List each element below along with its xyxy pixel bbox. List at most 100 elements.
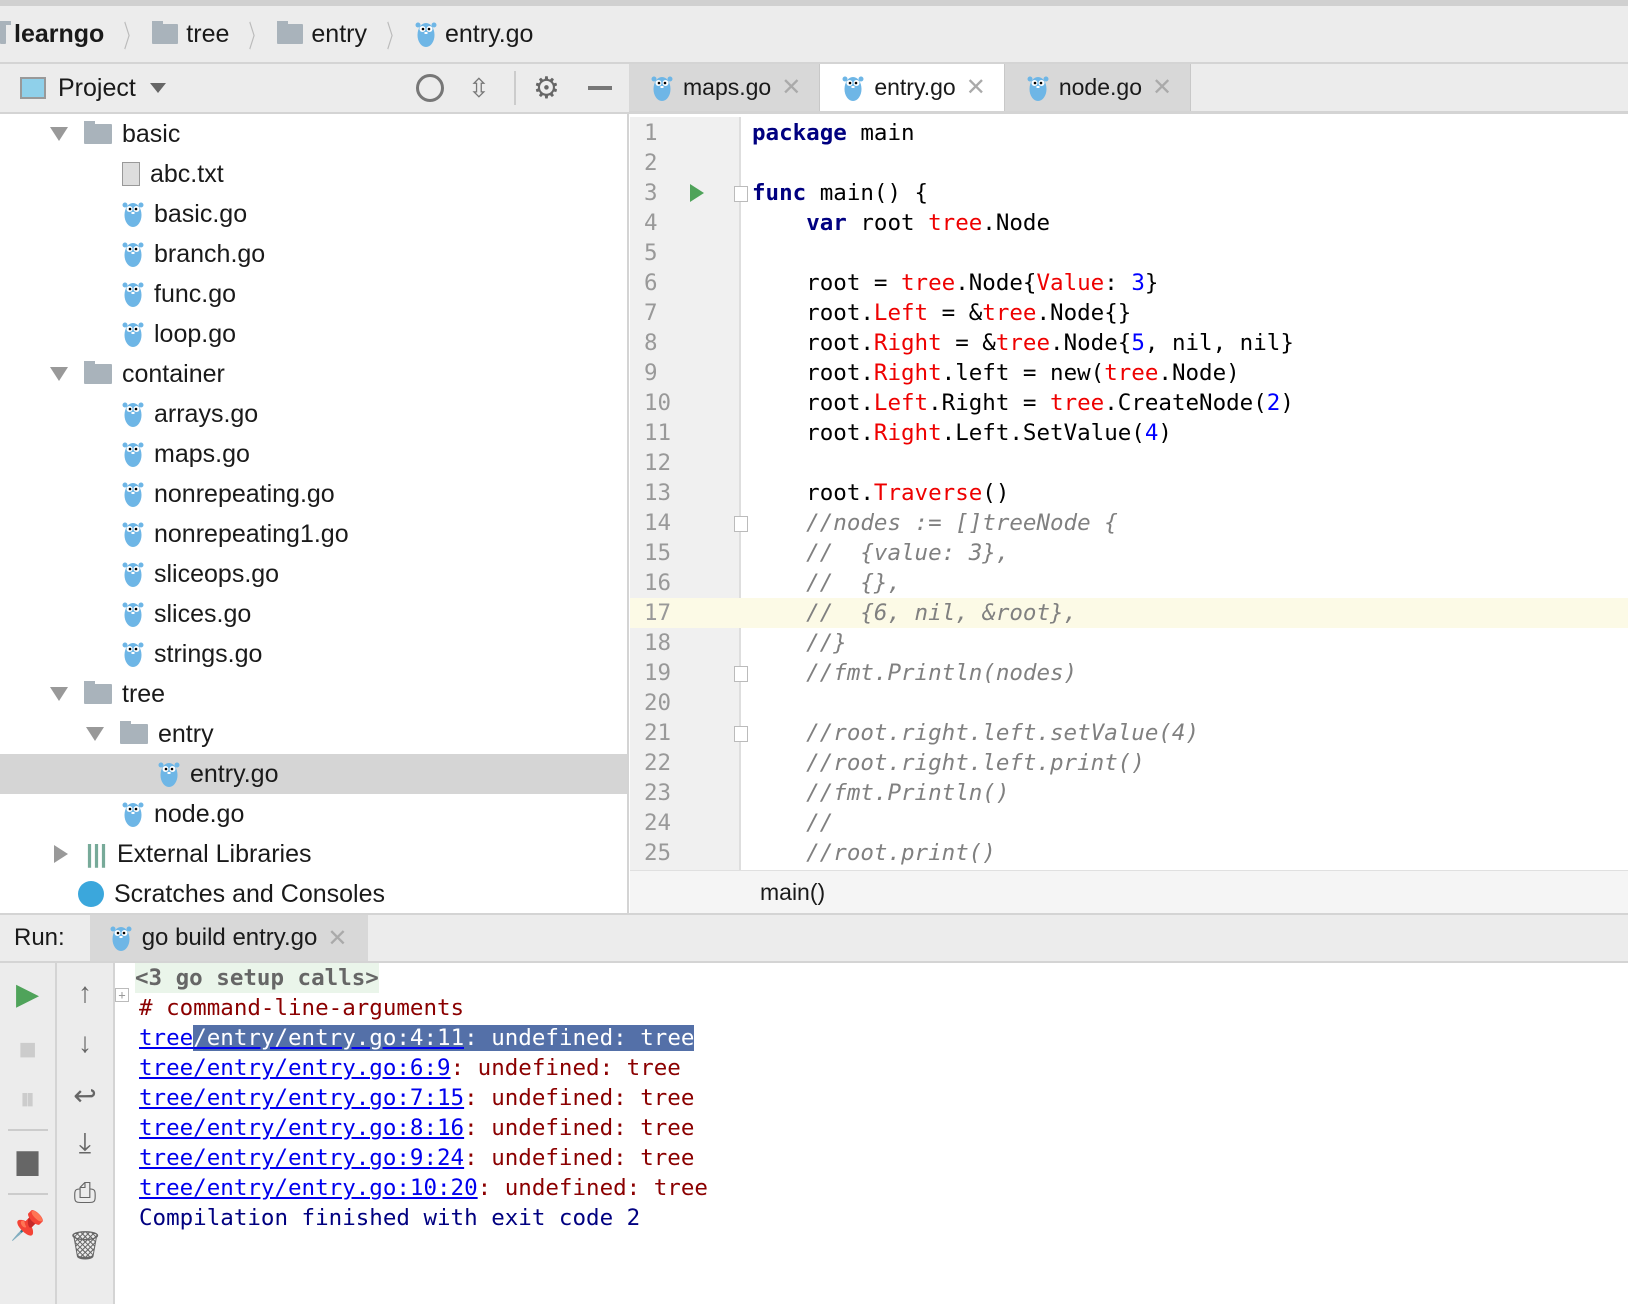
layout-icon[interactable]: ▆ bbox=[0, 1143, 55, 1176]
go-file-icon bbox=[122, 800, 144, 828]
tree-item[interactable]: sliceops.go bbox=[0, 554, 627, 594]
code-token: = & bbox=[941, 330, 996, 356]
trash-icon[interactable]: 🗑 bbox=[57, 1229, 113, 1262]
fold-icon[interactable] bbox=[734, 666, 748, 682]
code-line: 21 //root.right.left.setValue(4) bbox=[630, 718, 1628, 748]
tab-entry-go[interactable]: entry.go ✕ bbox=[820, 64, 1005, 111]
tree-item[interactable]: strings.go bbox=[0, 634, 627, 674]
folder-icon bbox=[84, 361, 112, 384]
code-token: = & bbox=[928, 300, 983, 326]
close-icon[interactable]: ✕ bbox=[1152, 73, 1172, 102]
run-gutter-icon[interactable] bbox=[690, 184, 704, 202]
arrow-up-icon[interactable]: ↑ bbox=[57, 977, 113, 1009]
soft-wrap-icon[interactable]: ↩ bbox=[57, 1079, 113, 1112]
tree-item-label: maps.go bbox=[154, 439, 250, 468]
code-editor[interactable]: 1 package main 2 3 func main() {4 var root t… bbox=[630, 117, 1628, 870]
setup-calls-fold[interactable]: <3 go setup calls> bbox=[135, 963, 379, 993]
print-icon[interactable]: ⎙ bbox=[57, 1177, 113, 1210]
folder-icon bbox=[120, 721, 148, 744]
error-link[interactable]: tree/entry/entry.go:6:9 bbox=[139, 1055, 451, 1081]
code-token: : bbox=[1104, 270, 1132, 296]
code-token: Value bbox=[1036, 270, 1105, 296]
tab-maps-go[interactable]: maps.go ✕ bbox=[629, 64, 821, 111]
breadcrumb-item[interactable]: learngo bbox=[14, 20, 104, 49]
go-file-icon bbox=[415, 20, 437, 48]
error-link[interactable]: tree/entry/entry.go:8:16 bbox=[139, 1115, 464, 1141]
tree-item[interactable]: arrays.go bbox=[0, 394, 627, 434]
expand-icon[interactable]: + bbox=[115, 977, 129, 1007]
tree-item[interactable]: entry bbox=[0, 714, 627, 754]
tree-item[interactable]: node.go bbox=[0, 794, 627, 834]
chevron-down-icon[interactable] bbox=[149, 83, 166, 93]
tree-item[interactable]: branch.go bbox=[0, 234, 627, 274]
error-link[interactable]: tree/entry/entry.go:7:15 bbox=[139, 1085, 464, 1111]
stop-icon[interactable]: ■ bbox=[0, 1033, 55, 1067]
line-number: 21 bbox=[644, 720, 672, 746]
code-line: 17 // {6, nil, &root}, bbox=[630, 598, 1628, 628]
tree-item[interactable]: basic.go bbox=[0, 194, 627, 234]
fold-icon[interactable] bbox=[734, 186, 748, 202]
expand-arrow-icon[interactable] bbox=[50, 367, 68, 381]
tab-label: node.go bbox=[1058, 74, 1142, 100]
tree-item[interactable]: Scratches and Consoles bbox=[0, 874, 627, 914]
code-token: package bbox=[752, 120, 847, 146]
run-tab[interactable]: go build entry.go ✕ bbox=[89, 915, 368, 961]
tree-item[interactable]: slices.go bbox=[0, 594, 627, 634]
arrow-down-icon[interactable]: ↓ bbox=[57, 1027, 113, 1059]
code-line: 23 //fmt.Println() bbox=[630, 778, 1628, 808]
run-toolbar: ▶ ■ ⏸ ▆ 📌 bbox=[0, 963, 57, 1304]
breadcrumb-item[interactable]: entry bbox=[277, 20, 367, 49]
fold-icon[interactable] bbox=[734, 726, 748, 742]
error-link[interactable]: tree/entry/entry.go:10:20 bbox=[139, 1175, 478, 1201]
collapse-all-icon[interactable]: ⇳ bbox=[468, 73, 490, 104]
console-output[interactable]: + <3 go setup calls> # command-line-argu… bbox=[115, 963, 1628, 1304]
tree-item[interactable]: ||| External Libraries bbox=[0, 834, 627, 874]
tree-item[interactable]: tree bbox=[0, 674, 627, 714]
expand-arrow-icon[interactable] bbox=[50, 127, 68, 141]
tree-item[interactable]: loop.go bbox=[0, 314, 627, 354]
expand-arrow-icon[interactable] bbox=[50, 687, 68, 701]
tree-item[interactable]: entry.go bbox=[0, 754, 627, 794]
tree-item[interactable]: func.go bbox=[0, 274, 627, 314]
tree-item[interactable]: nonrepeating1.go bbox=[0, 514, 627, 554]
tab-node-go[interactable]: node.go ✕ bbox=[1004, 64, 1192, 111]
code-token: tree bbox=[995, 330, 1051, 356]
tree-item[interactable]: maps.go bbox=[0, 434, 627, 474]
code-token: .left = new( bbox=[941, 360, 1105, 386]
tree-item[interactable]: container bbox=[0, 354, 627, 394]
collapse-arrow-icon[interactable] bbox=[54, 845, 68, 863]
error-link[interactable]: tree/entry/entry.go:9:24 bbox=[139, 1145, 464, 1171]
code-token: tree bbox=[982, 300, 1037, 326]
scroll-to-end-icon[interactable]: ⤓ bbox=[57, 1127, 113, 1160]
code-line: 25 //root.print() bbox=[630, 838, 1628, 868]
editor-breadcrumb-item[interactable]: main() bbox=[760, 879, 825, 906]
fold-icon[interactable] bbox=[734, 516, 748, 532]
code-token: 3 bbox=[1131, 270, 1145, 296]
close-icon[interactable]: ✕ bbox=[327, 924, 347, 953]
minimize-icon[interactable] bbox=[588, 86, 612, 90]
error-link[interactable]: tree/entry/entry.go:4:11 bbox=[139, 1025, 465, 1051]
code-line: 18 //} bbox=[630, 628, 1628, 658]
project-view-selector[interactable]: Project bbox=[58, 74, 136, 103]
line-number: 20 bbox=[644, 690, 672, 716]
pin-icon[interactable]: 📌 bbox=[0, 1209, 55, 1242]
breadcrumb-item[interactable]: entry.go bbox=[415, 20, 533, 49]
line-number: 15 bbox=[644, 540, 672, 566]
close-icon[interactable]: ✕ bbox=[781, 73, 801, 102]
tree-item[interactable]: abc.txt bbox=[0, 154, 627, 194]
rerun-icon[interactable]: ▶ bbox=[0, 977, 55, 1012]
code-line: 3 func main() { bbox=[630, 178, 1628, 208]
go-file-icon bbox=[122, 280, 144, 308]
tree-item[interactable]: nonrepeating.go bbox=[0, 474, 627, 514]
close-icon[interactable]: ✕ bbox=[966, 73, 986, 102]
expand-arrow-icon[interactable] bbox=[86, 727, 104, 741]
code-token: Right bbox=[873, 360, 942, 386]
tree-item-label: node.go bbox=[154, 799, 245, 828]
locate-icon[interactable] bbox=[416, 74, 444, 102]
editor-breadcrumb: main() bbox=[630, 870, 1628, 913]
breadcrumb-item[interactable]: tree bbox=[152, 20, 229, 49]
gear-icon[interactable]: ⚙ bbox=[533, 71, 560, 106]
tree-item-label: slices.go bbox=[154, 599, 252, 628]
pause-icon[interactable]: ⏸ bbox=[0, 1083, 55, 1117]
tree-item[interactable]: basic bbox=[0, 114, 627, 154]
